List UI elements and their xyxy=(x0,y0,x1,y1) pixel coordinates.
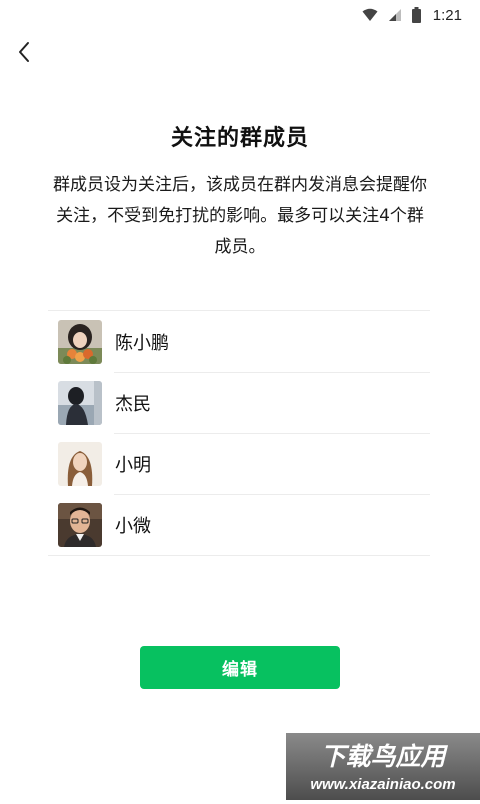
member-item[interactable]: 杰民 xyxy=(48,372,430,433)
svg-text:下载鸟应用: 下载鸟应用 xyxy=(320,742,448,771)
member-name: 杰民 xyxy=(115,393,151,415)
avatar xyxy=(58,319,102,364)
member-name: 小微 xyxy=(115,515,151,537)
member-item[interactable]: 小明 xyxy=(48,433,430,494)
member-name: 陈小鹏 xyxy=(115,332,169,354)
page-title: 关注的群成员 xyxy=(170,126,309,151)
member-name: 小明 xyxy=(115,454,151,476)
status-bar: 1:21 xyxy=(0,0,480,30)
svg-text:www.xiazainiao.com: www.xiazainiao.com xyxy=(310,776,455,793)
member-item[interactable]: 小微 xyxy=(48,494,430,555)
member-list: 陈小鹏 杰民 小明 小微 xyxy=(48,310,430,556)
signal-icon xyxy=(388,8,402,22)
avatar xyxy=(58,502,102,547)
back-arrow-icon xyxy=(17,41,31,67)
edit-button[interactable]: 编辑 xyxy=(140,646,340,689)
status-icons: 1:21 xyxy=(362,6,462,24)
wifi-icon xyxy=(362,8,378,22)
avatar xyxy=(58,441,102,486)
battery-icon xyxy=(411,7,421,23)
status-time: 1:21 xyxy=(432,6,462,24)
watermark-logo: 下载鸟应用 www.xiazainiao.com xyxy=(286,733,480,800)
back-button[interactable] xyxy=(8,36,40,72)
member-item[interactable]: 陈小鹏 xyxy=(48,311,430,372)
avatar xyxy=(58,380,102,425)
page-description: 群成员设为关注后，该成员在群内发消息会提醒你关注，不受到免打扰的影响。最多可以关… xyxy=(53,175,427,257)
